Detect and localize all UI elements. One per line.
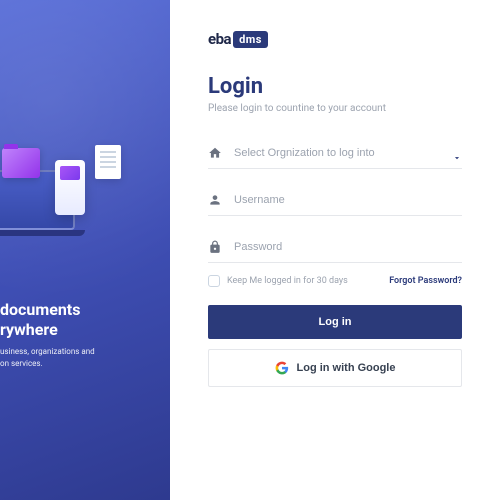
username-input[interactable] bbox=[234, 194, 462, 206]
login-subheading: Please login to countine to your account bbox=[208, 103, 462, 114]
user-icon bbox=[208, 193, 222, 207]
promo-title-line1: documents bbox=[0, 300, 80, 319]
home-icon bbox=[208, 146, 222, 160]
logo-text-eba: eba bbox=[208, 30, 231, 48]
login-heading: Login bbox=[208, 74, 462, 99]
remember-label: Keep Me logged in for 30 days bbox=[227, 276, 348, 286]
promo-sub-line1: usiness, organizations and bbox=[0, 347, 95, 356]
chevron-down-icon bbox=[452, 148, 462, 158]
password-field[interactable] bbox=[208, 232, 462, 263]
logo-text-dms: dms bbox=[233, 31, 268, 48]
document-graphic bbox=[95, 145, 121, 179]
remember-checkbox[interactable] bbox=[208, 275, 220, 287]
username-field[interactable] bbox=[208, 185, 462, 216]
login-button-label: Log in bbox=[319, 316, 352, 328]
organization-input[interactable] bbox=[234, 147, 440, 159]
google-login-button[interactable]: Log in with Google bbox=[208, 349, 462, 387]
login-panel: eba dms Login Please login to countine t… bbox=[170, 0, 500, 500]
forgot-password-link[interactable]: Forgot Password? bbox=[389, 276, 462, 286]
organization-select[interactable] bbox=[208, 138, 462, 169]
promo-sub-line2: on services. bbox=[0, 359, 43, 368]
brand-logo: eba dms bbox=[208, 30, 462, 48]
folder-graphic bbox=[2, 148, 40, 178]
login-button[interactable]: Log in bbox=[208, 305, 462, 339]
devices-illustration bbox=[0, 130, 170, 270]
promo-title: documents rywhere bbox=[0, 300, 170, 340]
lock-icon bbox=[208, 240, 222, 254]
google-icon bbox=[275, 361, 289, 375]
promo-title-line2: rywhere bbox=[0, 320, 58, 339]
phone-graphic bbox=[55, 160, 85, 215]
promo-panel: documents rywhere usiness, organizations… bbox=[0, 0, 170, 500]
promo-subtitle: usiness, organizations and on services. bbox=[0, 346, 170, 370]
google-button-label: Log in with Google bbox=[297, 362, 396, 374]
promo-text: documents rywhere usiness, organizations… bbox=[0, 300, 170, 370]
remember-group: Keep Me logged in for 30 days bbox=[208, 275, 348, 287]
password-input[interactable] bbox=[234, 241, 462, 253]
remember-row: Keep Me logged in for 30 days Forgot Pas… bbox=[208, 275, 462, 287]
